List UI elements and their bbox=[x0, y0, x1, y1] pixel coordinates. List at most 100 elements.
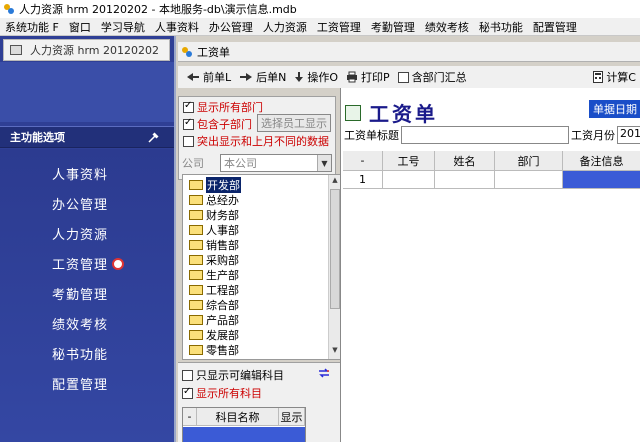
tree-node[interactable]: 发展部 bbox=[189, 327, 239, 342]
table-cell[interactable] bbox=[435, 171, 495, 189]
folder-icon bbox=[189, 314, 203, 325]
table-cell[interactable] bbox=[563, 171, 640, 189]
print-button[interactable]: 打印P bbox=[346, 69, 390, 85]
checkbox-box[interactable] bbox=[397, 71, 409, 83]
nav-item-secretary[interactable]: 秘书功能 bbox=[52, 344, 108, 363]
checkbox-box[interactable] bbox=[183, 135, 194, 147]
column-header: - bbox=[343, 151, 383, 171]
nav-item-personnel[interactable]: 人事资料 bbox=[52, 164, 108, 183]
salary-window: 工资单 前单L 后单N 操作O 打印P 含部门汇总 计算C ✓ 显示所有部门 ✓… bbox=[178, 36, 640, 442]
toolbar: 前单L 后单N 操作O 打印P 含部门汇总 计算C bbox=[178, 66, 640, 88]
menu-performance[interactable]: 绩效考核 bbox=[420, 19, 474, 35]
nav-item-performance[interactable]: 绩效考核 bbox=[52, 314, 108, 333]
column-header: 显示 bbox=[279, 408, 305, 426]
section-header[interactable]: 主功能选项 bbox=[0, 126, 174, 148]
tab-title: 工资单 bbox=[197, 45, 230, 59]
menu-attendance[interactable]: 考勤管理 bbox=[366, 19, 420, 35]
checkbox-box[interactable] bbox=[182, 369, 193, 381]
company-select[interactable]: 公司 本公司 ▼ bbox=[182, 154, 332, 172]
scroll-up-icon[interactable]: ▲ bbox=[330, 176, 340, 188]
page-title: 工资单 bbox=[369, 102, 438, 126]
checkbox-box[interactable] bbox=[182, 386, 193, 399]
salary-slip-pane: 工资单 单据日期 工资单标题 工资月份 2012 - 工号 姓名 部门 备注信息… bbox=[340, 88, 640, 442]
company-dropdown[interactable]: 本公司 ▼ bbox=[220, 154, 332, 172]
month-input[interactable]: 2012 bbox=[617, 126, 640, 144]
folder-open-icon bbox=[189, 179, 203, 190]
column-header: 科目名称 bbox=[197, 408, 279, 426]
company-label: 公司 bbox=[182, 157, 204, 170]
tree-node[interactable]: 人事部 bbox=[189, 222, 239, 237]
tree-node[interactable]: 工程部 bbox=[189, 282, 239, 297]
folder-icon bbox=[189, 299, 203, 310]
menu-personnel[interactable]: 人事资料 bbox=[150, 19, 204, 35]
tree-node[interactable]: 采购部 bbox=[189, 252, 239, 267]
scroll-thumb[interactable] bbox=[330, 189, 340, 309]
tree-node[interactable]: 综合部 bbox=[189, 297, 239, 312]
menu-secretary[interactable]: 秘书功能 bbox=[474, 19, 528, 35]
window-title: 人力资源 hrm 20120202 - 本地服务-db\演示信息.mdb bbox=[19, 3, 297, 16]
prev-button[interactable]: 前单L bbox=[186, 69, 231, 85]
tab-salary[interactable]: 工资单 bbox=[178, 42, 640, 62]
table-cell[interactable] bbox=[495, 171, 563, 189]
scroll-down-icon[interactable]: ▼ bbox=[330, 346, 340, 358]
dept-summary-checkbox[interactable]: 含部门汇总 bbox=[397, 69, 467, 85]
nav-item-config[interactable]: 配置管理 bbox=[52, 374, 108, 393]
title-bar: 人力资源 hrm 20120202 - 本地服务-db\演示信息.mdb bbox=[0, 0, 640, 18]
month-label: 工资月份 bbox=[571, 129, 615, 142]
checkbox-box[interactable] bbox=[183, 117, 194, 130]
operate-button[interactable]: 操作O bbox=[294, 69, 338, 85]
highlight-diff-checkbox[interactable]: 突出显示和上月不同的数据 bbox=[183, 133, 329, 149]
tree-node[interactable]: 总经办 bbox=[189, 192, 239, 207]
show-all-subjects-checkbox[interactable]: 显示所有科目 bbox=[182, 385, 262, 401]
section-title: 主功能选项 bbox=[10, 131, 65, 144]
menu-learning[interactable]: 学习导航 bbox=[96, 19, 150, 35]
swap-icon[interactable] bbox=[318, 367, 330, 379]
folder-icon bbox=[189, 224, 203, 235]
tree-node[interactable]: 零售部 bbox=[189, 342, 239, 357]
menu-window[interactable]: 窗口 bbox=[64, 19, 96, 35]
pin-icon[interactable] bbox=[146, 131, 160, 145]
calculate-button[interactable]: 计算C bbox=[593, 69, 636, 85]
next-button[interactable]: 后单N bbox=[239, 69, 286, 85]
date-badge: 单据日期 bbox=[589, 100, 640, 118]
folder-icon bbox=[189, 344, 203, 355]
tree-node[interactable]: 生产部 bbox=[189, 267, 239, 282]
nav-item-office[interactable]: 办公管理 bbox=[52, 194, 108, 213]
checkbox-box[interactable] bbox=[183, 100, 194, 113]
column-header: 工号 bbox=[383, 151, 435, 171]
nav-item-attendance[interactable]: 考勤管理 bbox=[52, 284, 108, 303]
app-icon bbox=[4, 4, 14, 14]
table-cell[interactable]: 1 bbox=[343, 171, 383, 189]
menu-bar: 系统功能 F 窗口 学习导航 人事资料 办公管理 人力资源 工资管理 考勤管理 … bbox=[0, 18, 640, 36]
menu-hr[interactable]: 人力资源 bbox=[258, 19, 312, 35]
department-tree: 开发部 总经办 财务部 人事部 销售部 采购部 生产部 工程部 综合部 产品部 … bbox=[182, 174, 342, 360]
only-editable-checkbox[interactable]: 只显示可编辑科目 bbox=[182, 367, 284, 383]
table-row[interactable] bbox=[183, 427, 305, 442]
menu-system[interactable]: 系统功能 F bbox=[0, 19, 64, 35]
select-staff-button[interactable]: 选择员工显示 bbox=[257, 114, 331, 132]
nav-item-hr[interactable]: 人力资源 bbox=[52, 224, 108, 243]
tree-node[interactable]: 产品部 bbox=[189, 312, 239, 327]
column-header: - bbox=[183, 408, 197, 426]
menu-office[interactable]: 办公管理 bbox=[204, 19, 258, 35]
show-all-depts-checkbox[interactable]: 显示所有部门 bbox=[183, 99, 263, 115]
arrow-left-icon bbox=[187, 73, 199, 81]
folder-icon bbox=[189, 209, 203, 220]
chevron-down-icon[interactable]: ▼ bbox=[317, 155, 331, 171]
tree-node[interactable]: 开发部 bbox=[189, 176, 241, 193]
active-indicator-icon bbox=[112, 258, 125, 270]
folder-icon bbox=[189, 194, 203, 205]
nav-item-salary[interactable]: 工资管理 bbox=[52, 254, 125, 273]
window-icon bbox=[10, 45, 22, 55]
salary-table: - 工号 姓名 部门 备注信息 1 bbox=[343, 151, 640, 191]
app-icon bbox=[182, 46, 192, 57]
left-nav-panel: 人力资源 hrm 20120202 主功能选项 人事资料 办公管理 人力资源 工… bbox=[0, 36, 176, 442]
left-panel-banner bbox=[0, 62, 174, 122]
tree-node[interactable]: 财务部 bbox=[189, 207, 239, 222]
menu-config[interactable]: 配置管理 bbox=[528, 19, 582, 35]
slip-title-input[interactable] bbox=[401, 126, 569, 144]
include-sub-checkbox[interactable]: 包含子部门 bbox=[183, 116, 252, 132]
tree-node[interactable]: 销售部 bbox=[189, 237, 239, 252]
table-cell[interactable] bbox=[383, 171, 435, 189]
menu-salary[interactable]: 工资管理 bbox=[312, 19, 366, 35]
